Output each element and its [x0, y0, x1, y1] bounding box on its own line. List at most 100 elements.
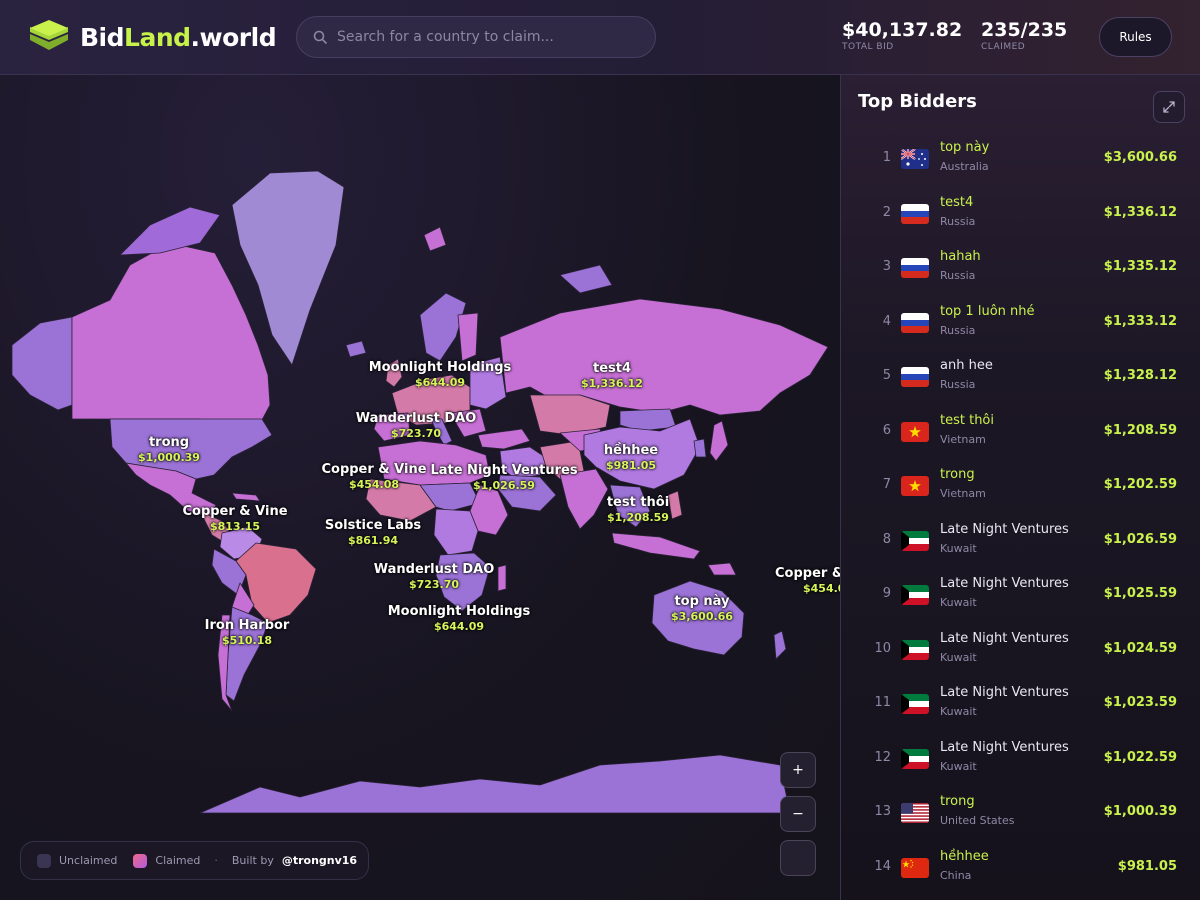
- region-finland[interactable]: [457, 312, 479, 362]
- bidder-row[interactable]: 12 Late Night Ventures Kuwait $1,022.59: [857, 734, 1185, 784]
- map-label-name: trong: [148, 435, 190, 450]
- bidder-row[interactable]: 8 Late Night Ventures Kuwait $1,026.59: [857, 516, 1185, 566]
- bidder-row[interactable]: 6 test thôi Vietnam $1,208.59: [857, 407, 1185, 457]
- map-label[interactable]: Moonlight Holdings $644.09: [369, 360, 512, 390]
- map-label[interactable]: Solstice Labs $861.94: [325, 518, 421, 548]
- map-label[interactable]: Wanderlust DAO $723.70: [374, 562, 495, 592]
- bidder-country: Russia: [940, 214, 976, 228]
- search-bar[interactable]: [296, 16, 656, 58]
- bidder-name: Late Night Ventures: [940, 685, 1069, 700]
- total-bid-value: $40,137.82: [842, 19, 963, 41]
- region-svalbard[interactable]: [423, 226, 447, 252]
- region-antarctica[interactable]: [199, 754, 791, 814]
- flag-kuwait-icon: [901, 530, 929, 551]
- top-bar: BidLand.world $40,137.82 TOTAL BID 235/2…: [0, 0, 1200, 75]
- author-link[interactable]: @trongnv16: [282, 854, 357, 867]
- map-label[interactable]: hềhhee $981.05: [604, 443, 658, 473]
- map-label-amount: $3,600.66: [671, 610, 733, 623]
- region-russia-islands[interactable]: [559, 264, 613, 294]
- bidder-country: United States: [940, 814, 1015, 827]
- bidder-row[interactable]: 14 hềhhee China $981.05: [857, 843, 1185, 893]
- map-label[interactable]: Iron Harbor $510.18: [205, 618, 290, 648]
- bidder-amount: $1,022.59: [1103, 749, 1177, 765]
- map-label[interactable]: Copper & Vine $454.08: [321, 462, 426, 492]
- map-label-amount: $1,336.12: [581, 377, 643, 390]
- flag-kuwait-icon: [901, 694, 929, 714]
- search-input[interactable]: [337, 29, 637, 45]
- bidder-row[interactable]: 3 hahah Russia $1,335.12: [857, 243, 1185, 293]
- map-label[interactable]: Copper & $454.0: [775, 566, 840, 596]
- bidder-amount: $1,025.59: [1103, 586, 1177, 601]
- bidder-amount: $3,600.66: [1103, 150, 1177, 165]
- region-japan[interactable]: [709, 420, 729, 462]
- region-caribbean[interactable]: [231, 492, 261, 502]
- bidder-country: Australia: [940, 160, 989, 173]
- region-madagascar[interactable]: [497, 564, 507, 592]
- map-label-amount: $1,000.39: [138, 451, 200, 464]
- bidder-amount: $1,026.59: [1103, 531, 1177, 547]
- region-arctic-islands[interactable]: [119, 206, 221, 256]
- bidder-row[interactable]: 13 trong United States $1,000.39: [857, 788, 1185, 838]
- layers-icon: [30, 20, 68, 50]
- bidder-name: trong: [940, 794, 975, 809]
- bidder-row[interactable]: 11 Late Night Ventures Kuwait $1,023.59: [857, 679, 1185, 729]
- map-label-name: Wanderlust DAO: [373, 562, 495, 577]
- legend-unclaimed-label: Unclaimed: [59, 854, 118, 867]
- bidder-country: Russia: [940, 323, 976, 337]
- map-label[interactable]: Copper & Vine $813.15: [182, 504, 287, 534]
- bidder-rank: 11: [874, 695, 891, 710]
- region-canada[interactable]: [71, 242, 271, 428]
- bidder-name: top này: [940, 140, 990, 155]
- bidder-row[interactable]: 7 trong Vietnam $1,202.59: [857, 461, 1185, 511]
- map-label[interactable]: Wanderlust DAO $723.70: [356, 411, 477, 441]
- bidder-name: anh hee: [940, 358, 993, 373]
- map-label[interactable]: top này $3,600.66: [671, 594, 733, 624]
- world-map[interactable]: Moonlight Holdings $644.09 test4 $1,336.…: [0, 75, 840, 900]
- map-label[interactable]: trong $1,000.39: [138, 435, 200, 465]
- legend-separator: ·: [214, 854, 218, 867]
- rules-button[interactable]: Rules: [1099, 17, 1172, 57]
- logo[interactable]: BidLand.world: [28, 18, 277, 56]
- zoom-out-button[interactable]: −: [780, 796, 816, 832]
- bidder-name: Late Night Ventures: [940, 630, 1069, 646]
- region-korea[interactable]: [693, 438, 707, 458]
- map-label-amount: $1,026.59: [473, 479, 535, 492]
- map-label[interactable]: test thôi $1,208.59: [607, 495, 669, 525]
- bidder-country: Kuwait: [940, 759, 977, 773]
- bidder-name: top 1 luôn nhé: [940, 303, 1035, 319]
- map-label-name: hềhhee: [603, 443, 659, 458]
- search-icon: [313, 30, 327, 44]
- bidder-amount: $1,208.59: [1103, 422, 1177, 438]
- region-philippines[interactable]: [667, 490, 683, 520]
- expand-button[interactable]: [1153, 91, 1185, 123]
- claimed-stat: 235/235 CLAIMED: [981, 19, 1067, 52]
- bidder-row[interactable]: 9 Late Night Ventures Kuwait $1,025.59: [857, 570, 1185, 620]
- bidder-row[interactable]: 2 test4 Russia $1,336.12: [857, 189, 1185, 239]
- region-iceland[interactable]: [345, 340, 367, 358]
- map-label[interactable]: test4 $1,336.12: [581, 361, 643, 391]
- map-label-name: Wanderlust DAO: [355, 411, 477, 426]
- bidder-rank: 13: [874, 804, 891, 819]
- map-label[interactable]: Moonlight Holdings $644.09: [388, 604, 531, 634]
- bidder-row[interactable]: 10 Late Night Ventures Kuwait $1,024.59: [857, 625, 1185, 675]
- bidder-row[interactable]: 5 anh hee Russia $1,328.12: [857, 352, 1185, 402]
- map-label-name: Moonlight Holdings: [387, 604, 531, 619]
- reset-view-button[interactable]: [780, 840, 816, 876]
- map-label[interactable]: Late Night Ventures $1,026.59: [430, 463, 577, 493]
- region-turkey[interactable]: [477, 428, 531, 450]
- zoom-in-button[interactable]: +: [780, 752, 816, 788]
- bidder-amount: $1,024.59: [1103, 640, 1177, 656]
- region-new-zealand[interactable]: [773, 630, 787, 660]
- bidder-row[interactable]: 1 top này Australia $3,600.66: [857, 134, 1185, 184]
- region-indonesia[interactable]: [611, 532, 701, 560]
- bidder-rank: 12: [874, 749, 891, 765]
- total-bid-stat: $40,137.82 TOTAL BID: [842, 19, 962, 52]
- region-png[interactable]: [707, 562, 737, 576]
- bidder-country: Kuwait: [940, 541, 977, 555]
- region-alaska[interactable]: [11, 316, 73, 411]
- bidder-row[interactable]: 4 top 1 luôn nhé Russia $1,333.12: [857, 298, 1185, 348]
- flag-china-icon: [901, 857, 929, 878]
- bidder-amount: $981.05: [1117, 858, 1177, 874]
- expand-icon: [1163, 101, 1175, 113]
- region-central-africa[interactable]: [433, 508, 479, 556]
